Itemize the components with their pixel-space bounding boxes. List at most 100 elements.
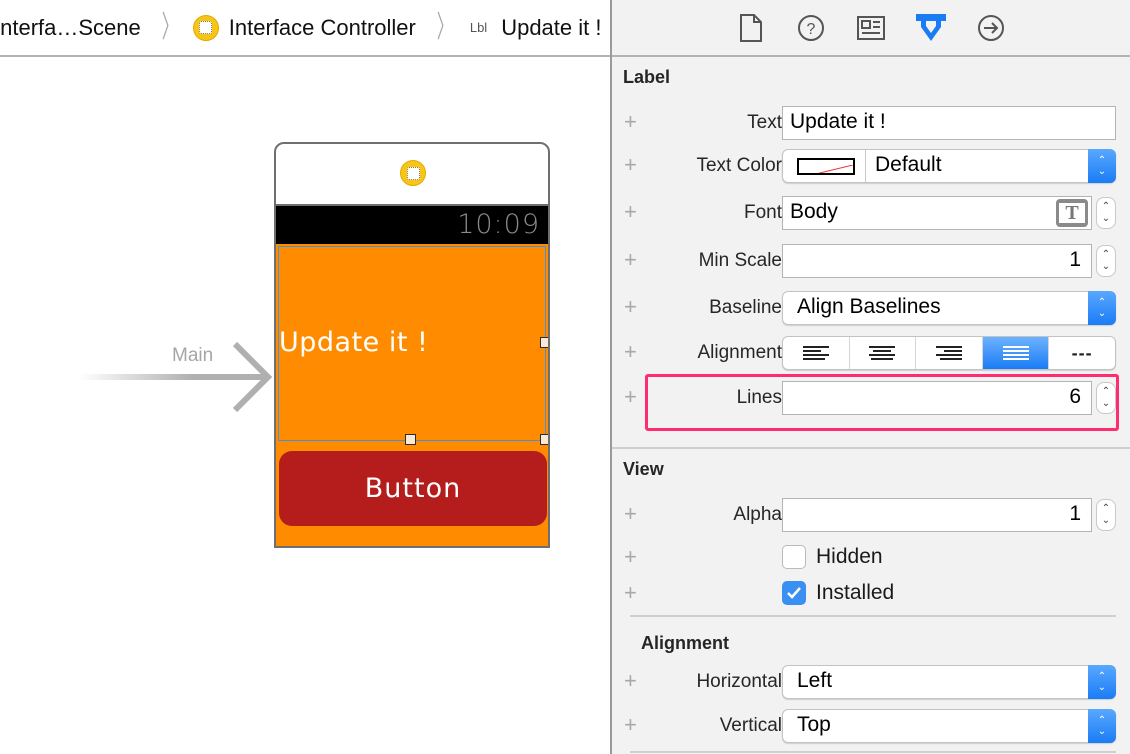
- inspector-tab-bar: ?: [612, 0, 1130, 57]
- section-title-view: View: [623, 459, 664, 479]
- lines-field[interactable]: 6: [782, 381, 1092, 415]
- row-lines: + Lines 6 ⌃ ⌄: [612, 381, 1130, 415]
- section-title-label: Label: [623, 67, 671, 87]
- font-size-stepper[interactable]: ⌃ ⌄: [1096, 197, 1116, 229]
- file-inspector-tab[interactable]: [731, 8, 771, 48]
- field-label: Alpha: [733, 504, 782, 525]
- popup-value: Top: [797, 713, 831, 736]
- add-variation-icon[interactable]: +: [624, 109, 637, 135]
- section-divider: [630, 751, 1116, 753]
- breadcrumb-item-controller[interactable]: Interface Controller: [192, 14, 416, 41]
- breadcrumb-item-label[interactable]: Lbl Update it !: [468, 15, 602, 41]
- font-value: Body: [790, 200, 838, 223]
- row-text: + Text Update it !: [612, 106, 1130, 140]
- field-label: Vertical: [719, 715, 782, 736]
- add-variation-icon[interactable]: +: [624, 501, 637, 527]
- breadcrumb-separator-icon: 〉: [161, 10, 179, 44]
- add-variation-icon[interactable]: +: [624, 580, 637, 606]
- alignment-segmented-control: ---: [782, 336, 1116, 370]
- breadcrumb-item-scene[interactable]: Interfa…Scene: [0, 15, 141, 41]
- add-variation-icon[interactable]: +: [624, 247, 637, 273]
- field-label: Font: [743, 202, 782, 223]
- help-inspector-tab[interactable]: ?: [791, 8, 831, 48]
- identity-inspector-tab[interactable]: [851, 8, 891, 48]
- alpha-field[interactable]: 1: [782, 498, 1092, 532]
- add-variation-icon[interactable]: +: [624, 668, 637, 694]
- text-color-popup[interactable]: Default ⌃ ⌄: [782, 149, 1116, 183]
- selected-label[interactable]: Update it !: [278, 246, 546, 441]
- hidden-checkbox[interactable]: [782, 545, 806, 569]
- popup-value: Left: [797, 669, 833, 692]
- alpha-stepper[interactable]: ⌃ ⌄: [1096, 499, 1116, 531]
- text-field[interactable]: Update it !: [782, 106, 1116, 140]
- field-label: Baseline: [709, 297, 782, 318]
- row-baseline: + Baseline Align Baselines ⌃ ⌄: [612, 291, 1130, 325]
- add-variation-icon[interactable]: +: [624, 294, 637, 320]
- resize-handle-right[interactable]: [540, 337, 548, 348]
- checkbox-label: Installed: [816, 581, 895, 604]
- controller-header[interactable]: [276, 144, 548, 206]
- align-justified-icon: [1002, 346, 1029, 360]
- field-label: Horizontal: [696, 671, 782, 692]
- file-icon: [740, 13, 762, 42]
- field-label: Lines: [736, 387, 782, 408]
- section-divider: [630, 615, 1116, 617]
- row-font: + Font Body T ⌃ ⌄: [612, 196, 1130, 230]
- breadcrumb: Interfa…Scene 〉 Interface Controller 〉 L…: [0, 0, 610, 57]
- installed-checkbox[interactable]: [782, 581, 806, 605]
- align-center-button[interactable]: [850, 337, 917, 369]
- connections-inspector-tab[interactable]: [971, 8, 1011, 48]
- font-picker-icon[interactable]: T: [1056, 199, 1088, 227]
- add-variation-icon[interactable]: +: [624, 544, 637, 570]
- entry-point-label: Main: [172, 345, 214, 366]
- font-field[interactable]: Body T: [782, 196, 1092, 230]
- help-icon: ?: [798, 14, 824, 41]
- label-text: Update it !: [279, 327, 429, 358]
- storyboard-canvas[interactable]: Interfa…Scene 〉 Interface Controller 〉 L…: [0, 0, 610, 754]
- watch-button[interactable]: Button: [279, 451, 547, 526]
- popup-arrows-icon: ⌃ ⌄: [1088, 665, 1116, 699]
- attributes-inspector: ? Label + Text Update it ! + Text Color …: [610, 0, 1130, 754]
- add-variation-icon[interactable]: +: [624, 712, 637, 738]
- popup-arrows-icon: ⌃ ⌄: [1088, 149, 1116, 183]
- lines-stepper[interactable]: ⌃ ⌄: [1096, 382, 1116, 414]
- align-justified-button[interactable]: [982, 337, 1050, 369]
- align-right-button[interactable]: [916, 337, 983, 369]
- status-time: 10:09: [457, 209, 540, 240]
- attributes-inspector-tab[interactable]: [911, 8, 951, 48]
- identity-icon: [857, 15, 885, 40]
- attributes-icon: [916, 13, 946, 41]
- add-variation-icon[interactable]: +: [624, 199, 637, 225]
- add-variation-icon[interactable]: +: [624, 384, 637, 410]
- row-text-color: + Text Color Default ⌃ ⌄: [612, 149, 1130, 183]
- checkmark-icon: [787, 587, 801, 599]
- align-natural-button[interactable]: ---: [1049, 337, 1115, 369]
- row-hidden: + Hidden: [612, 541, 1130, 575]
- watch-interface-controller[interactable]: 10:09 Update it ! Button: [274, 142, 550, 548]
- baseline-popup[interactable]: Align Baselines ⌃ ⌄: [782, 291, 1116, 325]
- align-right-icon: [935, 346, 962, 360]
- field-label: Min Scale: [698, 250, 782, 271]
- resize-handle-bottom-right[interactable]: [540, 434, 548, 445]
- align-left-button[interactable]: [783, 337, 850, 369]
- interface-controller-icon: [400, 160, 426, 186]
- connections-icon: [978, 14, 1004, 41]
- vertical-alignment-popup[interactable]: Top ⌃ ⌄: [782, 709, 1116, 743]
- field-label: Text Color: [696, 155, 782, 176]
- section-divider: [612, 447, 1130, 449]
- resize-handle-bottom[interactable]: [405, 434, 416, 445]
- popup-value: Default: [875, 153, 942, 176]
- color-swatch-icon[interactable]: [797, 158, 855, 175]
- add-variation-icon[interactable]: +: [624, 339, 637, 365]
- breadcrumb-label: Interfa…Scene: [0, 14, 141, 40]
- align-center-icon: [869, 346, 896, 360]
- min-scale-field[interactable]: 1: [782, 244, 1092, 278]
- row-alignment: + Alignment ---: [612, 336, 1130, 370]
- popup-arrows-icon: ⌃ ⌄: [1088, 291, 1116, 325]
- min-scale-stepper[interactable]: ⌃ ⌄: [1096, 245, 1116, 277]
- checkbox-label: Hidden: [816, 545, 883, 568]
- row-installed: + Installed: [612, 577, 1130, 611]
- section-title-alignment: Alignment: [641, 633, 729, 653]
- add-variation-icon[interactable]: +: [624, 152, 637, 178]
- horizontal-alignment-popup[interactable]: Left ⌃ ⌄: [782, 665, 1116, 699]
